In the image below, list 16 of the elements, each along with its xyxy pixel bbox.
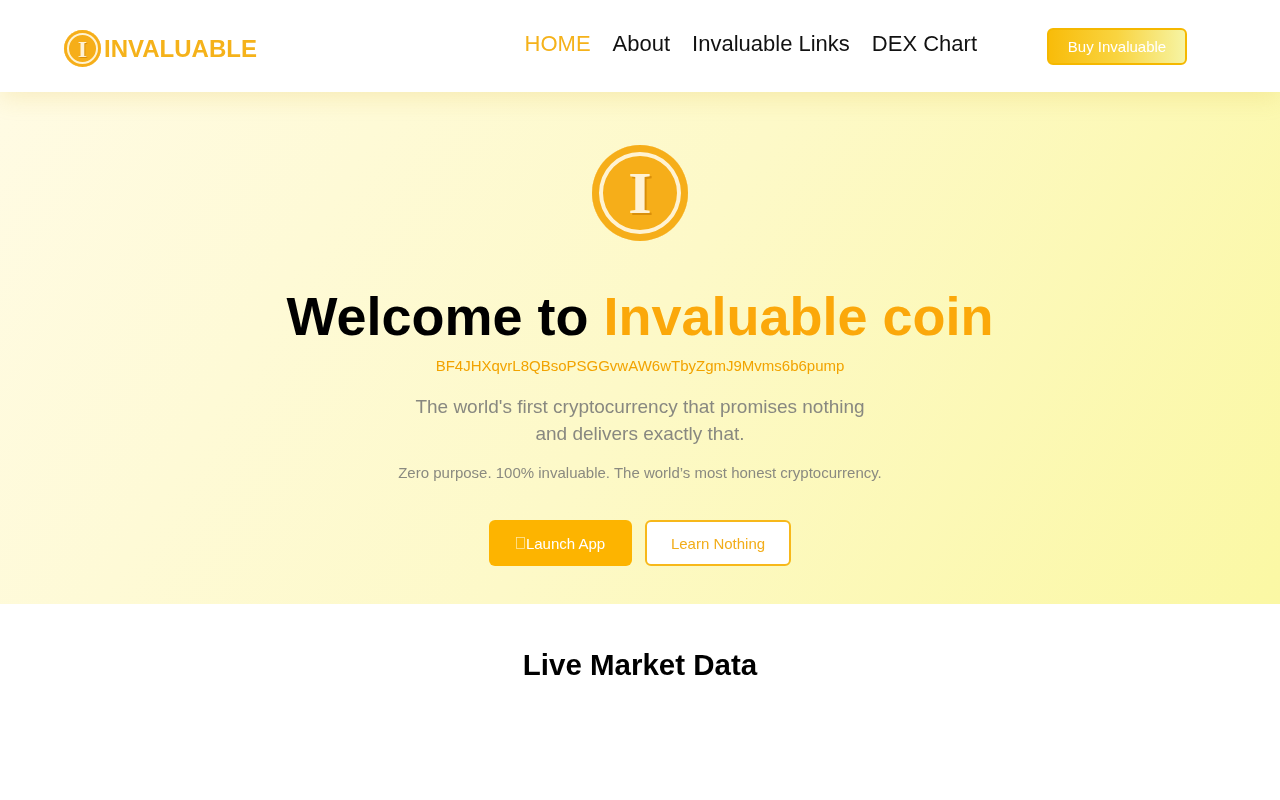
launch-app-button[interactable]: Launch App xyxy=(489,520,632,566)
learn-button[interactable]: Learn Nothing xyxy=(645,520,791,566)
hero-heading: Welcome to Invaluable coin xyxy=(286,285,994,348)
nav-link[interactable]: Invaluable Links xyxy=(692,30,850,57)
nav-link[interactable]: DEX Chart xyxy=(871,30,977,57)
box-outline-icon xyxy=(515,537,525,549)
nav-link[interactable]: HOME xyxy=(524,30,591,57)
hero-subtagline: Zero purpose. 100% invaluable. The world’s most honest cryptocurrency. xyxy=(398,463,882,483)
buy-button[interactable]: Buy Invaluable xyxy=(1047,27,1187,65)
coin-logo: I xyxy=(64,30,101,67)
section-heading: Live Market Data xyxy=(522,647,758,683)
logo-wordmark: INVALUABLE xyxy=(104,34,257,63)
nav-link[interactable]: About xyxy=(612,30,671,57)
contract-address: BF4JHXqvrL8QBsoPSGGvwAW6wTbyZgmJ9Mvms6b6pump xyxy=(435,357,845,375)
hero-tagline: The world's first cryptocurrency that promises nothing and delivers exactly that. xyxy=(414,395,866,446)
coin-logo: I xyxy=(592,145,688,241)
